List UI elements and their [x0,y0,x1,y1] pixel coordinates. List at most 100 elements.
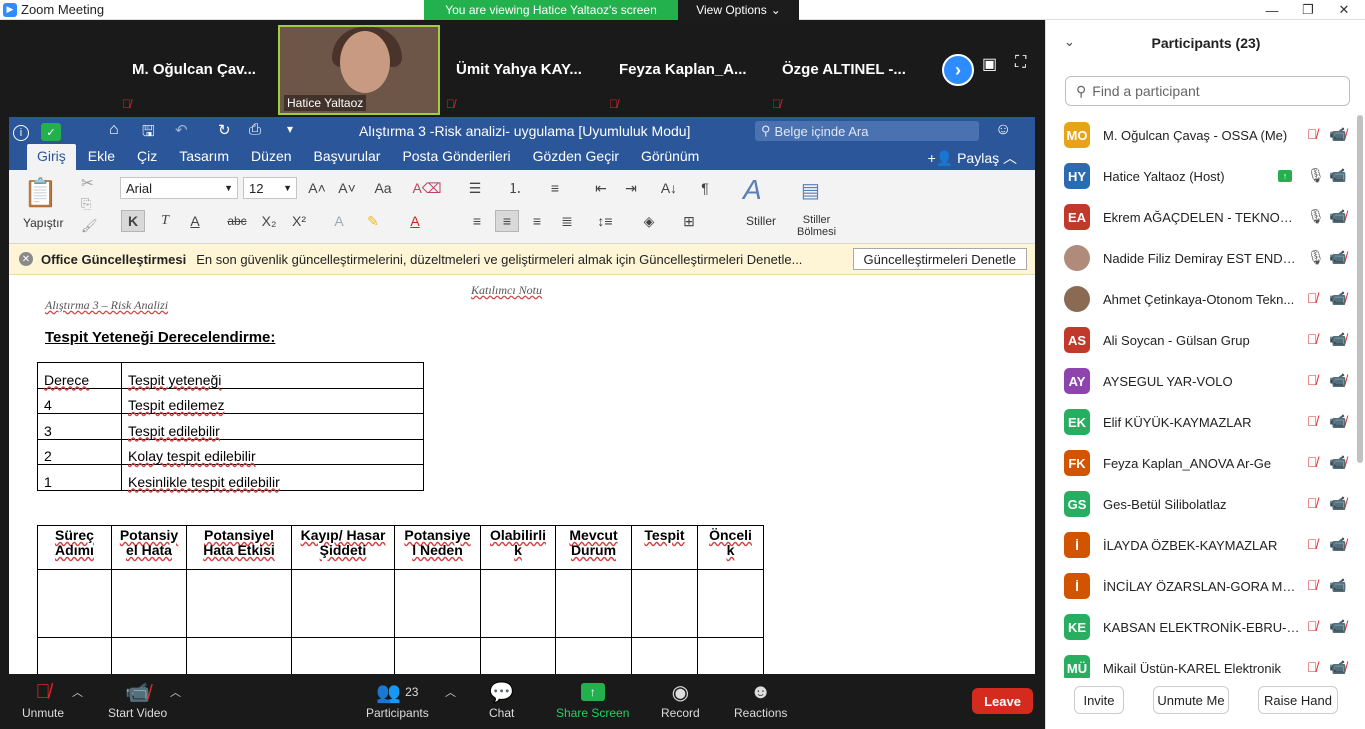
change-case-icon[interactable]: Aa [371,177,395,199]
participant-row[interactable]: İ İLAYDA ÖZBEK-KAYMAZLAR 🎙̸ 📹̸ [1046,525,1365,566]
copy-icon[interactable]: ⎘ [81,196,91,212]
styles-label[interactable]: Stiller [746,214,776,228]
fullscreen-icon[interactable]: ⛶ [1015,54,1026,72]
subscript-icon[interactable]: X₂ [257,210,281,232]
decrease-indent-icon[interactable]: ⇤ [589,177,613,199]
participant-row[interactable]: MO M. Oğulcan Çavaş - OSSA (Me) 🎙̸ 📹̸ [1046,115,1365,156]
superscript-icon[interactable]: X² [287,210,311,232]
video-tile[interactable]: Özge ALTINEL -... 🎙̸ [766,25,928,115]
highlight-icon[interactable]: ✎ [361,210,385,232]
line-spacing-icon[interactable]: ↕≡ [593,210,617,232]
smiley-feedback-icon[interactable]: ☺ [995,121,1011,139]
table-cell[interactable] [37,637,112,674]
unmute-me-button[interactable]: Unmute Me [1153,686,1229,714]
table-cell[interactable] [697,569,764,638]
tab-ekle[interactable]: Ekle [78,148,125,170]
leave-button[interactable]: Leave [972,688,1033,714]
table-cell[interactable] [291,569,395,638]
bullets-icon[interactable]: ☰ [463,177,487,199]
minimize-icon[interactable]: — [1254,0,1290,20]
table-cell[interactable] [480,637,556,674]
participant-row[interactable]: Nadide Filiz Demiray EST ENDÜ... 🎙 📹̸ [1046,238,1365,279]
styles-pane-button[interactable]: Stiller Bölmesi [797,214,836,238]
video-tile-active[interactable]: Hatice Yaltaoz [278,25,440,115]
participants-options-chevron-icon[interactable]: ︿ [445,684,456,700]
table-cell[interactable] [186,569,292,638]
share-button[interactable]: +👤 Paylaş ︿ [928,148,1017,168]
table-cell[interactable] [394,637,481,674]
borders-icon[interactable]: ⊞ [677,210,701,232]
close-notice-icon[interactable]: ✕ [19,252,33,266]
italic-icon[interactable]: T [153,210,177,232]
invite-button[interactable]: Invite [1074,686,1124,714]
justify-icon[interactable]: ≣ [555,210,579,232]
participant-row[interactable]: EK Elif KÜYÜK-KAYMAZLAR 🎙̸ 📹̸ [1046,402,1365,443]
participant-list-scrollbar[interactable] [1357,115,1363,463]
table-cell[interactable] [697,637,764,674]
customize-toolbar-icon[interactable]: ▾ [287,122,293,136]
home-icon[interactable]: ⌂ [109,121,119,139]
font-family-select[interactable]: Arial ▼ [120,177,238,199]
save-icon[interactable]: 🖫 [142,121,155,146]
participant-row[interactable]: MÜ Mikail Üstün-KAREL Elektronik 🎙̸ 📹̸ [1046,648,1365,678]
font-color-icon[interactable]: A [403,210,427,232]
styles-icon[interactable]: A [743,174,762,206]
paste-icon[interactable]: 📋 [23,176,58,209]
reactions-button[interactable]: ☻ Reactions [734,678,787,721]
underline-icon[interactable]: A [183,210,207,232]
redo-icon[interactable]: ↻ [218,121,231,139]
participant-search-input[interactable]: ⚲ Find a participant [1065,76,1350,106]
tab-giris[interactable]: Giriş [27,144,76,170]
table-cell[interactable] [631,569,698,638]
participant-row[interactable]: İ İNCİLAY ÖZARSLAN-GORA MAK... 🎙̸ 📹 [1046,566,1365,607]
multilevel-list-icon[interactable]: ≡ [543,177,567,199]
video-tile[interactable]: Ümit Yahya KAY... 🎙̸ [440,25,602,115]
view-options-button[interactable]: View Options ⌄ [678,0,799,20]
participant-row[interactable]: AS Ali Soycan - Gülsan Grup 🎙̸ 📹̸ [1046,320,1365,361]
shrink-font-icon[interactable]: A˅ [335,177,359,199]
tab-duzen[interactable]: Düzen [241,148,301,170]
align-left-icon[interactable]: ≡ [465,210,489,232]
undo-icon[interactable]: ↶ [175,121,188,139]
sort-icon[interactable]: A↓ [657,177,681,199]
chat-button[interactable]: 💬 Chat [489,678,514,721]
video-options-chevron-icon[interactable]: ︿ [170,684,181,700]
raise-hand-button[interactable]: Raise Hand [1258,686,1338,714]
paste-label[interactable]: Yapıştır [23,216,63,230]
participant-row[interactable]: AY AYSEGUL YAR-VOLO 🎙̸ 📹̸ [1046,361,1365,402]
tab-posta[interactable]: Posta Gönderileri [392,148,520,170]
tab-gorunum[interactable]: Görünüm [631,148,709,170]
participant-row[interactable]: GS Ges-Betül Silibolatlaz 🎙̸ 📹̸ [1046,484,1365,525]
participant-row[interactable]: Ahmet Çetinkaya-Otonom Tekn... 🎙̸ 📹̸ [1046,279,1365,320]
record-button[interactable]: ◉ Record [661,678,700,721]
table-cell[interactable] [111,569,187,638]
gallery-view-icon[interactable]: ▣ [982,54,997,74]
clear-formatting-icon[interactable]: A⌫ [412,177,441,199]
document-search[interactable]: ⚲ Belge içinde Ara [755,121,979,141]
show-paragraph-marks-icon[interactable]: ¶ [693,177,717,199]
table-cell[interactable] [555,637,632,674]
format-painter-icon[interactable]: 🖌 [81,218,98,234]
tab-tasarim[interactable]: Tasarım [169,148,239,170]
table-cell[interactable] [480,569,556,638]
align-center-icon[interactable]: ≡ [495,210,519,232]
print-icon[interactable]: ⎙ [249,121,261,138]
start-video-button[interactable]: 📹̸ Start Video [108,678,167,721]
tab-gozden-gecir[interactable]: Gözden Geçir [523,148,629,170]
close-icon[interactable]: ✕ [1326,0,1362,20]
table-cell[interactable] [291,637,395,674]
text-effects-icon[interactable]: A [327,210,351,232]
check-updates-button[interactable]: Güncelleştirmeleri Denetle [852,248,1027,270]
table-cell[interactable] [631,637,698,674]
maximize-icon[interactable]: ❐ [1290,0,1326,20]
table-cell[interactable] [111,637,187,674]
table-cell[interactable] [37,569,112,638]
tab-basvurular[interactable]: Başvurular [304,148,391,170]
participant-row[interactable]: HY Hatice Yaltaoz (Host) ↑ 🎙 📹 [1046,156,1365,197]
participant-row[interactable]: EA Ekrem AĞAÇDELEN - TEKNOKAR 🎙 📹̸ [1046,197,1365,238]
cut-icon[interactable]: ✂ [81,174,94,192]
unmute-button[interactable]: 🎙̸ Unmute [22,678,64,721]
video-tile[interactable]: M. Oğulcan Çav... 🎙̸ [116,25,278,115]
grow-font-icon[interactable]: A˄ [305,177,329,199]
strikethrough-icon[interactable]: abc [225,210,249,232]
